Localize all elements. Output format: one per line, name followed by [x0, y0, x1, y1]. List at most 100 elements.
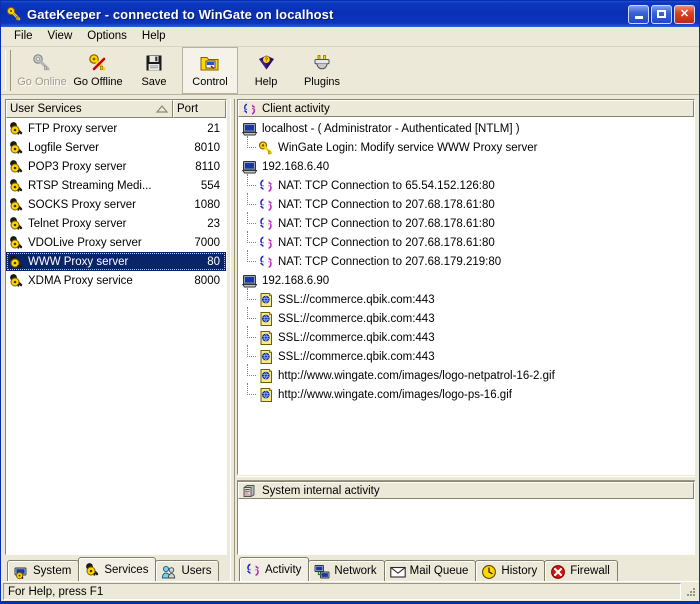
- minimize-button[interactable]: [628, 4, 649, 24]
- service-key-icon: [8, 235, 24, 250]
- control-button[interactable]: Control: [182, 47, 238, 94]
- tree-root-node[interactable]: 192.168.6.40: [241, 157, 694, 176]
- table-row[interactable]: XDMA Proxy service 8000: [6, 271, 226, 290]
- tree-root-node[interactable]: 192.168.6.90: [241, 271, 694, 290]
- tree-child-node[interactable]: WinGate Login: Modify service WWW Proxy …: [242, 136, 694, 157]
- key-icon: [258, 140, 274, 156]
- tab-firewall[interactable]: Firewall: [544, 560, 618, 581]
- go-offline-button[interactable]: Go Offline: [70, 47, 126, 94]
- tree-node-label: SSL://commerce.qbik.com:443: [278, 350, 435, 363]
- save-button[interactable]: Save: [126, 47, 182, 94]
- resize-grip-icon[interactable]: [683, 585, 697, 599]
- client-activity-tree[interactable]: localhost - ( Administrator - Authentica…: [238, 117, 694, 474]
- www-page-icon: [258, 368, 274, 384]
- table-row[interactable]: Telnet Proxy server 23: [6, 214, 226, 233]
- services-pane: User Services Port FTP Proxy server 21 Log…: [5, 99, 227, 581]
- table-row[interactable]: Logfile Server 8010: [6, 138, 226, 157]
- close-button[interactable]: ✕: [674, 4, 695, 24]
- menu-options[interactable]: Options: [80, 28, 135, 46]
- vertical-splitter[interactable]: [227, 99, 237, 581]
- tree-node-label: NAT: TCP Connection to 207.68.178.61:80: [278, 217, 495, 230]
- menu-help[interactable]: Help: [135, 28, 174, 46]
- tree-root-node[interactable]: localhost - ( Administrator - Authentica…: [241, 119, 694, 138]
- tab-history[interactable]: History: [475, 560, 546, 581]
- tree-node-label: SSL://commerce.qbik.com:443: [278, 331, 435, 344]
- arrows-exchange-icon: [258, 216, 274, 232]
- computer-icon: [241, 121, 258, 137]
- tree-child-node[interactable]: NAT: TCP Connection to 207.68.178.61:80: [242, 212, 694, 233]
- gatekeeper-window: GateKeeper - connected to WinGate on loc…: [0, 0, 700, 602]
- service-port-label: 23: [207, 217, 220, 230]
- computer-icon: [241, 273, 258, 289]
- menu-file[interactable]: File: [7, 28, 41, 46]
- system-activity-body[interactable]: [238, 499, 694, 554]
- table-row[interactable]: WWW Proxy server 80: [6, 252, 226, 271]
- tree-child-node[interactable]: NAT: TCP Connection to 207.68.178.61:80: [242, 193, 694, 214]
- client-activity-title: Client activity: [262, 102, 330, 115]
- tab-mail-queue[interactable]: Mail Queue: [383, 560, 477, 581]
- user-services-listview[interactable]: User Services Port FTP Proxy server 21 Log…: [5, 99, 227, 555]
- service-key-icon: [8, 140, 24, 155]
- service-port-label: 80: [207, 255, 220, 268]
- go-online-label: Go Online: [17, 76, 67, 88]
- key-cancel-icon: [88, 52, 108, 74]
- toolbar: Go Online Go Offline Save Control ? Help…: [1, 47, 699, 95]
- tree-child-node[interactable]: SSL://commerce.qbik.com:443: [242, 288, 694, 309]
- service-name-cell: WWW Proxy server: [8, 254, 173, 269]
- service-name-label: SOCKS Proxy server: [28, 198, 136, 211]
- service-key-icon: [8, 254, 24, 269]
- tab-system[interactable]: System: [7, 560, 80, 581]
- arrows-exchange-icon: [245, 562, 261, 577]
- go-online-button[interactable]: Go Online: [14, 47, 70, 94]
- network-icon: [314, 564, 330, 579]
- tree-child-node[interactable]: NAT: TCP Connection to 65.54.152.126:80: [242, 174, 694, 195]
- tab-services[interactable]: Services: [78, 557, 157, 581]
- tree-node-label: 192.168.6.90: [262, 274, 330, 287]
- tree-child-node[interactable]: NAT: TCP Connection to 207.68.178.61:80: [242, 231, 694, 252]
- service-name-label: WWW Proxy server: [28, 255, 129, 268]
- table-row[interactable]: POP3 Proxy server 8110: [6, 157, 226, 176]
- tab-label: Activity: [265, 563, 302, 576]
- status-bar: For Help, press F1: [1, 581, 699, 601]
- service-name-label: XDMA Proxy service: [28, 274, 133, 287]
- tab-network[interactable]: Network: [308, 560, 385, 581]
- client-activity-header: Client activity: [238, 100, 694, 117]
- service-key-icon: [8, 216, 24, 231]
- column-header-user-services[interactable]: User Services: [6, 100, 173, 118]
- tab-users[interactable]: Users: [155, 560, 220, 581]
- save-label: Save: [141, 76, 167, 88]
- tree-node-label: http://www.wingate.com/images/logo-netpa…: [278, 369, 555, 382]
- tree-child-node[interactable]: NAT: TCP Connection to 207.68.179.219:80: [242, 250, 694, 271]
- table-row[interactable]: SOCKS Proxy server 1080: [6, 195, 226, 214]
- toolbar-grip[interactable]: [5, 50, 11, 91]
- help-button[interactable]: ? Help: [238, 47, 294, 94]
- arrows-exchange-icon: [258, 197, 274, 213]
- service-name-label: POP3 Proxy server: [28, 160, 127, 173]
- column-header-port[interactable]: Port: [173, 100, 226, 118]
- client-activity-box: Client activity localhost - ( Administra…: [237, 99, 695, 475]
- table-row[interactable]: RTSP Streaming Medi... 554: [6, 176, 226, 195]
- service-key-icon: [8, 197, 24, 212]
- tree-child-node[interactable]: http://www.wingate.com/images/logo-netpa…: [242, 364, 694, 385]
- table-row[interactable]: VDOLive Proxy server 7000: [6, 233, 226, 252]
- column-label-user-services: User Services: [10, 103, 82, 115]
- tree-child-node[interactable]: SSL://commerce.qbik.com:443: [242, 345, 694, 366]
- table-row[interactable]: FTP Proxy server 21: [6, 119, 226, 138]
- help-book-icon: ?: [257, 52, 276, 74]
- go-offline-label: Go Offline: [73, 76, 123, 88]
- system-activity-header: System internal activity: [238, 482, 694, 499]
- tree-child-node[interactable]: http://www.wingate.com/images/logo-ps-16…: [242, 383, 694, 404]
- service-name-label: Logfile Server: [28, 141, 99, 154]
- title-bar: GateKeeper - connected to WinGate on loc…: [1, 1, 699, 27]
- service-port-label: 8110: [195, 160, 220, 173]
- control-label: Control: [192, 76, 228, 88]
- tree-node-label: 192.168.6.40: [262, 160, 330, 173]
- menu-view[interactable]: View: [41, 28, 81, 46]
- tree-child-node[interactable]: SSL://commerce.qbik.com:443: [242, 307, 694, 328]
- tab-label: Firewall: [570, 565, 610, 577]
- tab-activity[interactable]: Activity: [239, 557, 310, 581]
- plugins-button[interactable]: Plugins: [294, 47, 350, 94]
- tree-node-label: http://www.wingate.com/images/logo-ps-16…: [278, 388, 512, 401]
- maximize-button[interactable]: [651, 4, 672, 24]
- tree-child-node[interactable]: SSL://commerce.qbik.com:443: [242, 326, 694, 347]
